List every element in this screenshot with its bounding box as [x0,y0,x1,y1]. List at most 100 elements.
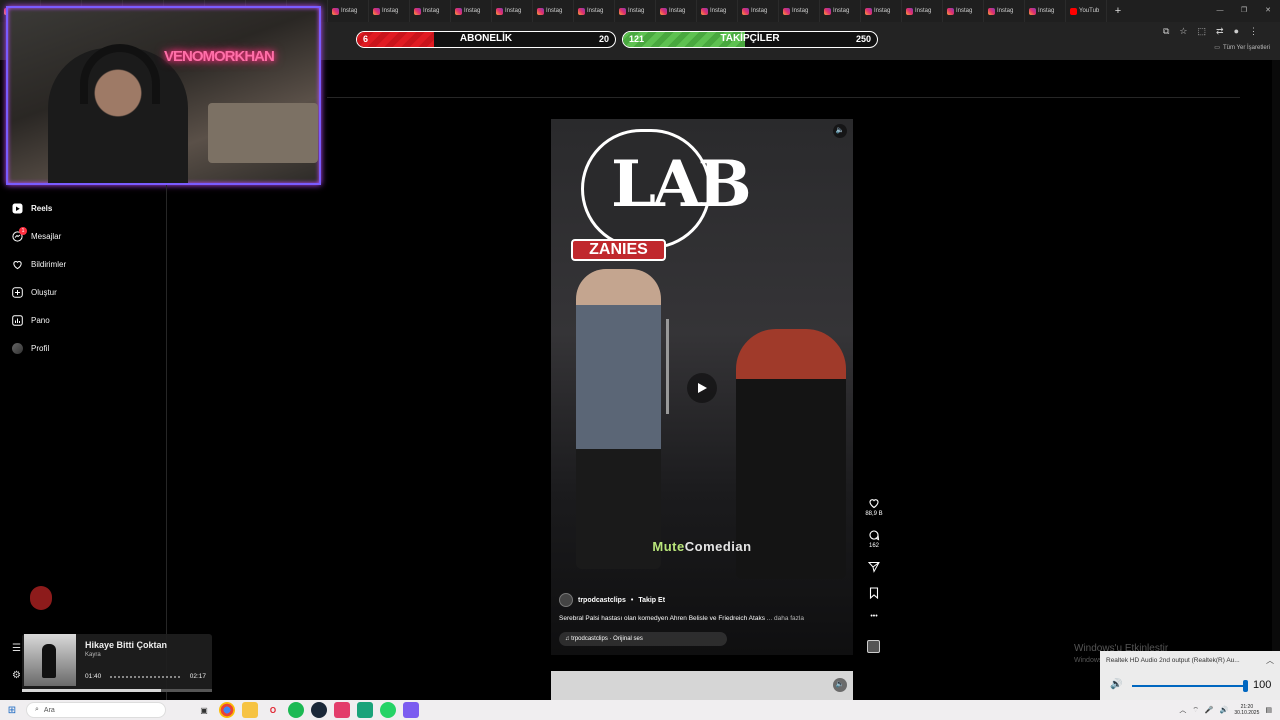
play-button[interactable] [687,373,717,403]
author-avatar[interactable] [559,593,573,607]
more-options-button[interactable]: ••• [863,613,885,633]
browser-tab[interactable]: Instag [615,0,656,22]
browser-tab[interactable]: Instag [369,0,410,22]
instagram-icon [742,7,749,15]
steam-icon[interactable] [311,702,327,718]
sidebar-item-notifications[interactable]: Bildirimler [12,259,66,270]
chevron-up-icon[interactable]: ︿ [1266,655,1274,666]
follower-goal: 250 [855,34,871,44]
browser-tab[interactable]: Instag [738,0,779,22]
pinned-app-icon-2[interactable] [357,702,373,718]
instagram-icon [496,7,503,15]
system-tray: ︿ ⌔ 🎤 🔊 21:20 30.10.2025 ▤ [1179,700,1272,720]
browser-tab[interactable]: Instag [697,0,738,22]
speaker-icon[interactable]: 🔊 [1110,679,1122,690]
new-tab-button[interactable]: + [1107,5,1129,17]
watermark-part-b: Comedian [684,539,752,554]
song-artist: Kayra [85,652,101,658]
install-icon[interactable]: ⧉ [1163,26,1169,37]
task-view-icon[interactable]: ▣ [196,702,212,718]
neon-sign: VENOMORKHAN [164,48,275,65]
sidebar-item-dashboard[interactable]: Pano [12,315,50,326]
extensions-icon[interactable]: ⬚ [1198,26,1207,37]
audio-attribution[interactable]: ♫ trpodcastclips · Orijinal ses [559,632,727,646]
audio-thumbnail[interactable] [867,640,880,653]
whatsapp-icon[interactable] [380,702,396,718]
browser-tab-label: Instag [751,8,768,14]
browser-tab[interactable]: Instag [1025,0,1066,22]
sidebar-item-reels[interactable]: Reels [12,203,52,214]
sidebar-item-profile[interactable]: Profil [12,343,49,354]
browser-tab[interactable]: YouTub [1066,0,1107,22]
browser-tab[interactable]: Instag [984,0,1025,22]
spotify-icon[interactable] [288,702,304,718]
sidebar-item-messages[interactable]: 1 Mesajlar [12,227,61,242]
clock[interactable]: 21:20 30.10.2025 [1234,704,1259,716]
opera-icon[interactable]: O [265,702,281,718]
profile-icon[interactable]: ● [1234,26,1239,37]
comment-count: 162 [868,543,879,549]
next-reel-preview[interactable]: 🔈 [551,671,853,700]
browser-tab-label: Instag [792,8,809,14]
windows-start-icon[interactable]: ⊞ [0,705,24,716]
more-icon: ••• [870,613,878,620]
follower-goal-bar: 121 TAKİPÇİLER 250 [622,31,878,48]
webcam-overlay: VENOMORKHAN [6,6,321,185]
volume-icon[interactable]: 🔊 [1220,706,1229,714]
browser-tab[interactable]: Instag [533,0,574,22]
minimize-icon[interactable]: — [1208,0,1232,22]
like-button[interactable]: 88,9 B [863,497,885,529]
pinned-app-icon[interactable] [334,702,350,718]
taskbar-search[interactable]: ⌕ Ara [26,702,166,718]
volume-slider-thumb[interactable] [1243,680,1248,692]
menu-icon[interactable]: ⋮ [1249,26,1258,37]
browser-tab[interactable]: Instag [328,0,369,22]
author-name[interactable]: trpodcastclips [578,597,626,604]
discord-icon[interactable] [403,702,419,718]
network-icon[interactable]: ⌔ [1192,706,1199,715]
follow-button[interactable]: Takip Et [638,597,665,604]
notifications-icon[interactable]: ▤ [1265,706,1272,714]
sidebar-item-create[interactable]: Oluştur [12,287,57,298]
reel-video[interactable]: LAB ZANIES MuteComedian 🔈 trpodcastclips… [551,119,853,655]
chrome-icon[interactable] [219,702,235,718]
heart-icon [869,499,879,509]
browser-tab[interactable]: Instag [779,0,820,22]
browser-tab[interactable]: Instag [451,0,492,22]
browser-tab[interactable]: Instag [943,0,984,22]
comment-button[interactable]: 162 [863,529,885,561]
mute-toggle-icon[interactable]: 🔈 [833,124,847,138]
mute-toggle-icon[interactable]: 🔈 [833,678,847,692]
volume-slider[interactable] [1132,685,1247,687]
page-scrollbar[interactable] [1272,60,1280,700]
volume-value: 100 [1253,679,1272,691]
gear-icon[interactable]: ⚙ [12,670,21,681]
youtube-icon [1070,7,1077,15]
reel-actions: 88,9 B 162 ••• [863,497,885,633]
screen: Instag Instag Instag Instag Instag Instag Inst… [0,0,1280,720]
bookmarks-button[interactable]: ▭ Tüm Yer İşaretleri [1214,44,1270,52]
browser-tab-label: Instag [669,8,686,14]
browser-tab-label: Instag [710,8,727,14]
browser-tab[interactable]: Instag [410,0,451,22]
browser-tab[interactable]: Instag [492,0,533,22]
instagram-icon [455,7,462,15]
audio-device-name[interactable]: Realtek HD Audio 2nd output (Realtek(R) … [1106,657,1240,664]
now-playing-widget: Hikaye Bitti Çoktan Kayra 01:40 02:17 [22,634,212,692]
share-button[interactable] [863,561,885,587]
chevron-up-icon[interactable]: ︿ [1179,705,1186,715]
caption-more-link[interactable]: ... daha fazla [767,615,804,622]
browser-tab[interactable]: Instag [574,0,615,22]
menu-icon[interactable]: ☰ [12,643,21,654]
microphone-icon[interactable]: 🎤 [1205,706,1214,714]
browser-tab[interactable]: Instag [820,0,861,22]
cast-icon[interactable]: ⇄ [1216,26,1224,37]
save-button[interactable] [863,587,885,613]
restore-icon[interactable]: ❐ [1232,0,1256,22]
browser-tab[interactable]: Instag [861,0,902,22]
close-icon[interactable]: ✕ [1256,0,1280,22]
star-icon[interactable]: ☆ [1179,26,1187,37]
browser-tab[interactable]: Instag [902,0,943,22]
file-explorer-icon[interactable] [242,702,258,718]
browser-tab[interactable]: Instag [656,0,697,22]
